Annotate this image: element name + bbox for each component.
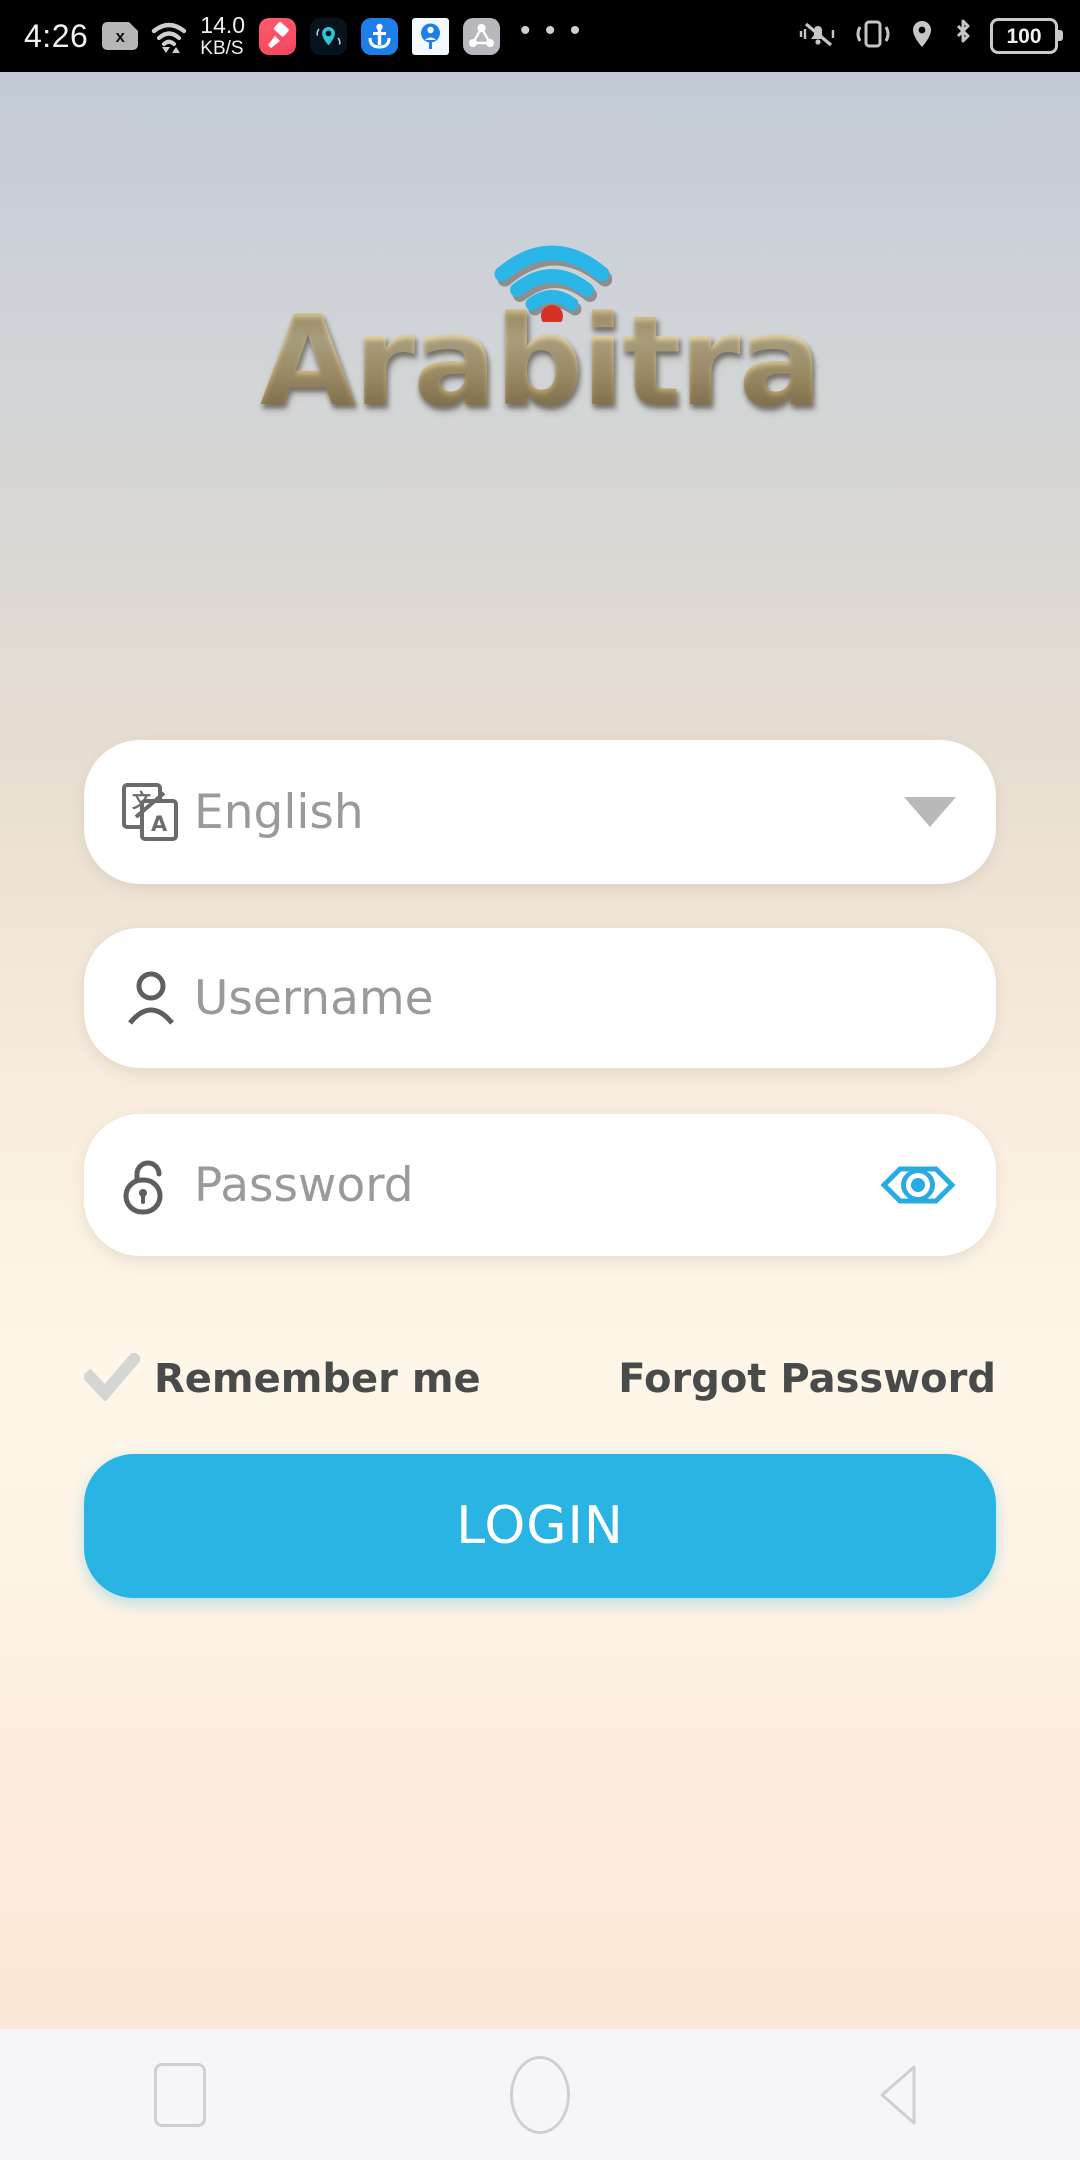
app-anchor-icon: [361, 17, 399, 55]
bell-mute-icon: [798, 17, 838, 56]
nav-recents-button[interactable]: [105, 2029, 255, 2160]
phone-screen: 4:26 x 14.0 KB/S • • • 100 Arabitra A En…: [0, 0, 1080, 2160]
forgot-password-link[interactable]: Forgot Password: [618, 1356, 996, 1402]
login-button[interactable]: LOGIN: [84, 1454, 996, 1598]
android-navigation-bar: [0, 2029, 1080, 2160]
eye-icon[interactable]: [880, 1162, 956, 1208]
remember-me-label: Remember me: [154, 1356, 481, 1402]
sim-x-glyph: x: [115, 26, 126, 46]
app-location-icon: [310, 17, 348, 55]
location-pin-icon: [908, 17, 936, 56]
sim-card-no-signal-icon: x: [102, 22, 139, 50]
username-field[interactable]: Username: [84, 928, 996, 1068]
password-placeholder: Password: [194, 1157, 414, 1213]
network-speed-unit: KB/S: [200, 38, 244, 59]
vibrate-icon: [852, 17, 894, 56]
checkmark-icon: [81, 1350, 143, 1406]
circle-icon: [510, 2055, 570, 2134]
nav-back-button[interactable]: [825, 2029, 975, 2160]
translate-icon: 文 A: [120, 781, 194, 843]
square-icon: [154, 2062, 206, 2127]
language-value: English: [194, 784, 364, 840]
chevron-down-icon[interactable]: [904, 797, 956, 827]
wifi-icon: [150, 19, 188, 53]
status-bar-right-group: 100: [798, 17, 1063, 56]
status-time: 4:26: [24, 17, 89, 54]
status-bar-left-group: 4:26 x 14.0 KB/S • • •: [24, 12, 798, 59]
login-button-label: LOGIN: [456, 1496, 624, 1556]
network-speed-value: 14.0: [200, 12, 246, 38]
options-row: Remember me Forgot Password: [81, 1344, 996, 1414]
app-brush-icon: [259, 17, 297, 55]
logo-wordmark: Arabitra: [259, 290, 822, 434]
app-logo: Arabitra: [0, 245, 1080, 472]
password-field[interactable]: Password: [84, 1114, 996, 1256]
nav-home-button[interactable]: [465, 2029, 615, 2160]
logo-inner: Arabitra: [259, 245, 822, 434]
remember-me-checkbox[interactable]: Remember me: [81, 1350, 481, 1406]
svg-text:A: A: [151, 812, 168, 836]
battery-level: 100: [1006, 24, 1042, 48]
status-bar: 4:26 x 14.0 KB/S • • • 100: [0, 0, 1080, 72]
language-select[interactable]: 文 A English: [84, 740, 996, 884]
app-avatar-icon: [412, 17, 450, 55]
login-screen-body: Arabitra 文 A English: [0, 72, 1080, 2029]
person-icon: [120, 967, 194, 1029]
bluetooth-icon: [950, 17, 976, 56]
triangle-left-icon: [868, 2059, 932, 2131]
status-overflow-dots: • • •: [520, 14, 584, 47]
app-share-icon: [463, 17, 501, 55]
username-placeholder: Username: [194, 970, 434, 1026]
unlock-icon: [120, 1154, 194, 1216]
battery-icon: 100: [990, 18, 1063, 54]
network-speed-indicator: 14.0 KB/S: [200, 12, 246, 59]
